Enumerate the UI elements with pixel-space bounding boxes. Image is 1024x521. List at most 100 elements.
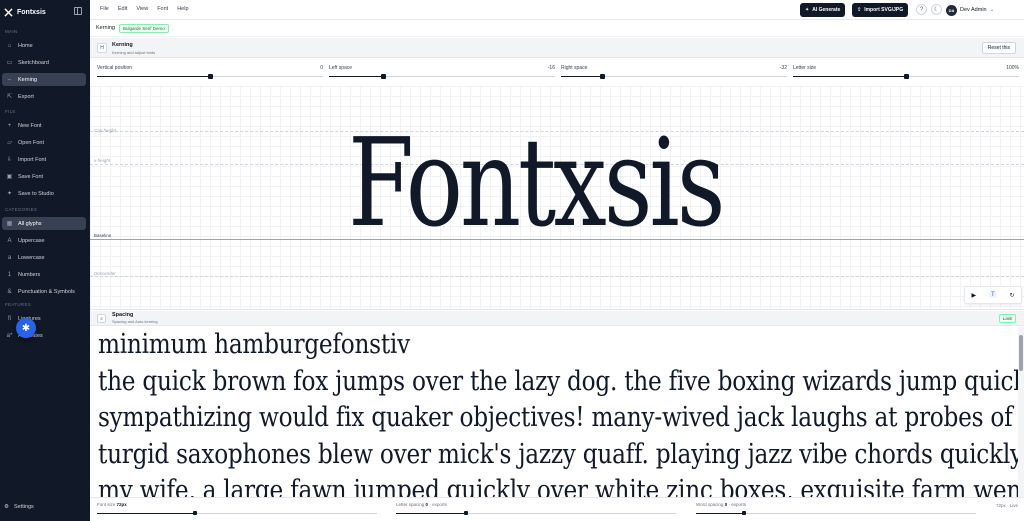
word-spacing-label: Word spacing 0 · exports: [696, 502, 746, 507]
ai-assistant-fab-button[interactable]: ✱: [16, 318, 36, 338]
menu-file[interactable]: File: [100, 6, 109, 12]
kerning-panel-icon: H: [97, 43, 107, 53]
sidebar-item-label: Punctuation & Symbols: [18, 288, 75, 295]
sidebar-item-lowercase[interactable]: a Lowercase: [2, 251, 86, 264]
sidebar-item-label: Lowercase: [18, 254, 45, 261]
avatar: DA: [946, 4, 957, 16]
slider-fill: [396, 513, 466, 514]
kerning-canvas[interactable]: Cap height x-height Baseline Descender F…: [90, 86, 1024, 310]
sidebar-item-kerning[interactable]: ⇔ Kerning: [2, 73, 86, 86]
slider-thumb[interactable]: [741, 511, 746, 515]
slider-fill: [793, 76, 906, 77]
refresh-icon[interactable]: ↻: [1010, 292, 1015, 299]
sidebar-collapse-icon[interactable]: [74, 7, 82, 15]
sidebar-item-new-font[interactable]: + New Font: [2, 119, 86, 132]
sidebar-item-numbers[interactable]: 1 Numbers: [2, 268, 86, 281]
sidebar-item-punctuation-symbols[interactable]: & Punctuation & Symbols: [2, 285, 86, 298]
sidebar-item-label: Uppercase: [18, 237, 45, 244]
help-icon[interactable]: ?: [916, 4, 927, 15]
ligature-icon: fi: [8, 315, 11, 322]
font-size-slider[interactable]: Font size 72px: [97, 502, 377, 518]
slider-label: Vertical position: [97, 65, 133, 71]
x-height-label: x-height: [94, 158, 111, 163]
sidebar-item-home[interactable]: ⌂ Home: [2, 39, 86, 52]
menu-edit[interactable]: Edit: [118, 6, 127, 12]
sidebar-item-ligatures[interactable]: fiLigatures: [2, 312, 86, 325]
sidebar-item-alternates[interactable]: a*Alternates: [2, 329, 86, 342]
sidebar-item-save-font[interactable]: ▣ Save Font: [2, 170, 86, 183]
kerning-panel-header: H Kerning Kerning and adjust fonts Reset…: [90, 38, 1024, 58]
settings-item[interactable]: ⚙ Settings: [4, 504, 34, 510]
descender-label: Descender: [94, 271, 116, 276]
spacing-panel-header: ≡ Spacing Spacing and Auto kerning LIVE: [90, 311, 1024, 326]
text-tool-icon[interactable]: T: [988, 292, 997, 298]
preview-line: minimum hamburgefonstiv: [98, 329, 410, 360]
spacing-preview[interactable]: minimum hamburgefonstiv the quick brown …: [90, 327, 1018, 497]
sidebar-item-label: Home: [18, 42, 33, 49]
sketchboard-icon: ▭: [6, 60, 13, 66]
right-space-slider[interactable]: Right space -32: [561, 65, 787, 81]
slider-fill: [97, 513, 195, 514]
chevron-down-icon: ⌄: [989, 7, 995, 13]
sidebar-item-sketchboard[interactable]: ▭ Sketchboard: [2, 56, 86, 69]
canvas-toolbar: ▶ T ↻: [964, 286, 1022, 304]
sidebar-item-save-to-studio[interactable]: ✦ Save to Studio: [2, 187, 86, 200]
sidebar-item-label: All glyphs: [18, 220, 42, 227]
play-icon[interactable]: ▶: [971, 292, 976, 299]
font-tag[interactable]: Bulgarde Serif Demo: [118, 23, 169, 33]
word-spacing-slider[interactable]: Word spacing 0 · exports: [696, 502, 976, 518]
section-label-main: MAIN: [5, 29, 18, 34]
import-svg-button[interactable]: ⇪ Import SVG/JPG: [852, 3, 909, 17]
sidebar-item-label: Export: [18, 93, 34, 100]
slider-label: Left space: [329, 65, 353, 71]
theme-toggle-icon[interactable]: ☾: [931, 4, 942, 15]
logo-icon: [4, 7, 13, 17]
sidebar-item-label: Numbers: [18, 271, 41, 278]
sidebar-item-label: Sketchboard: [18, 59, 49, 66]
menu-help[interactable]: Help: [177, 6, 188, 12]
preview-line: turgid saxophones blew over mick's jazzy…: [98, 438, 1018, 470]
sidebar-item-all-glyphs[interactable]: ▦ All glyphs: [2, 217, 86, 230]
sidebar-item-uppercase[interactable]: A Uppercase: [2, 234, 86, 247]
slider-fill: [329, 76, 384, 77]
left-space-slider[interactable]: Left space -16: [329, 65, 555, 81]
sparkle-icon: ✱: [21, 322, 31, 334]
slider-thumb[interactable]: [193, 511, 197, 515]
spacing-meta: 72px · Live: [995, 503, 1018, 508]
letter-size-slider[interactable]: Letter size 100%: [793, 65, 1019, 81]
sidebar-item-label: New Font: [18, 122, 42, 129]
slider-thumb[interactable]: [464, 511, 468, 515]
reset-button[interactable]: Reset this: [981, 42, 1016, 54]
letter-spacing-slider[interactable]: Letter spacing 0 · exports: [396, 502, 676, 518]
scrollbar-thumb[interactable]: [1019, 335, 1023, 371]
save-icon: ▣: [6, 174, 13, 180]
menu-view[interactable]: View: [136, 6, 148, 12]
gear-icon: ⚙: [4, 504, 9, 510]
vertical-position-slider[interactable]: Vertical position 0: [97, 65, 323, 81]
section-label-categories: CATEGORIES: [5, 207, 38, 212]
baseline-label: Baseline: [94, 233, 112, 238]
sidebar-item-label: Kerning: [18, 76, 37, 83]
sidebar-item-import-font[interactable]: ⇩ Import Font: [2, 153, 86, 166]
slider-label: Letter size: [793, 65, 817, 71]
menu-font[interactable]: Font: [157, 6, 168, 12]
breadcrumb: Kerning Bulgarde Serif Demo: [90, 20, 1024, 37]
kerning-subtitle: Kerning and adjust fonts: [112, 50, 156, 55]
sidebar-item-label: Open Font: [18, 139, 44, 146]
slider-thumb[interactable]: [904, 74, 909, 79]
app-name: Fontxsis: [17, 8, 46, 16]
slider-thumb[interactable]: [208, 74, 213, 79]
section-label-features: FEATURES: [5, 302, 32, 307]
preview-scrollbar[interactable]: [1018, 327, 1024, 497]
slider-thumb[interactable]: [381, 74, 387, 79]
sidebar-item-export[interactable]: ⇱ Export: [2, 90, 86, 103]
spacing-subtitle: Spacing and Auto kerning: [112, 319, 158, 324]
slider-value: 100%: [1006, 65, 1019, 71]
slider-fill: [696, 513, 744, 514]
sidebar-item-open-font[interactable]: ▱ Open Font: [2, 136, 86, 149]
app-brand[interactable]: Fontxsis: [4, 6, 46, 18]
user-menu[interactable]: DA Dev Admin ⌄: [946, 3, 1022, 17]
slider-thumb[interactable]: [599, 74, 605, 79]
glyph-preview-word[interactable]: Fontxsis: [348, 122, 726, 244]
ai-generate-button[interactable]: ✦ AI Generate: [800, 3, 846, 17]
